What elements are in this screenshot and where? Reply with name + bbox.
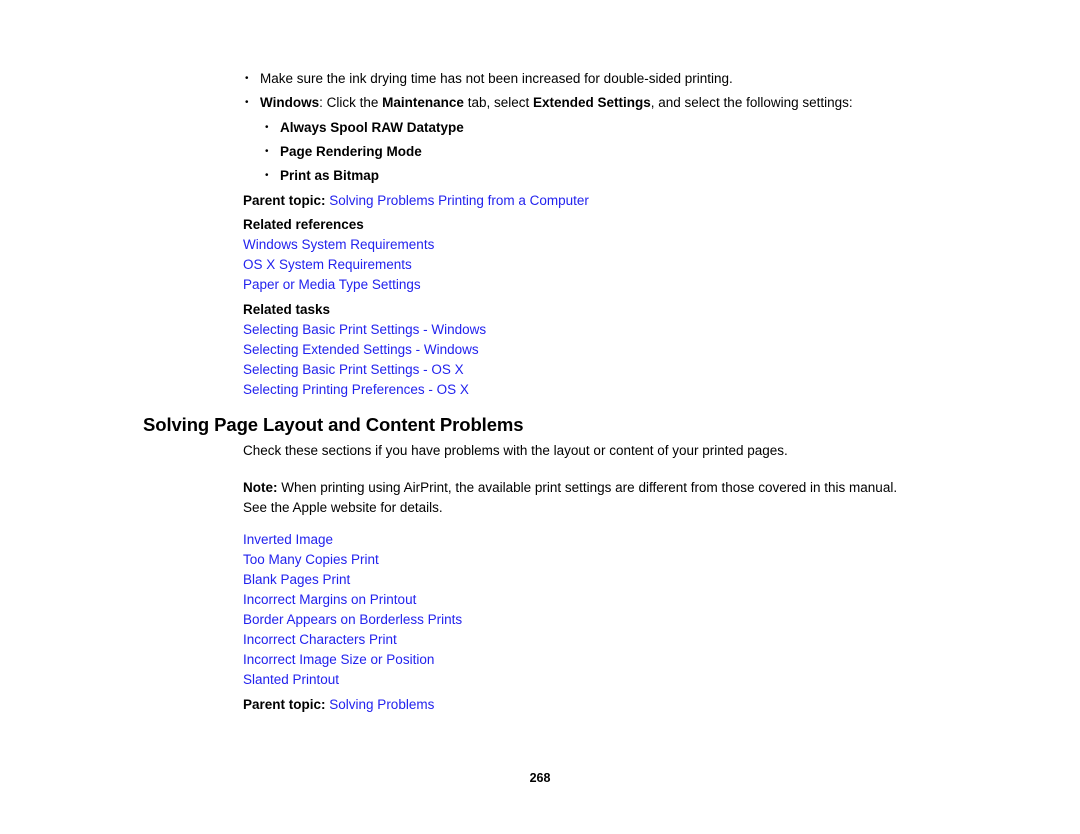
section-topic-link-list: Inverted Image Too Many Copies Print Blank… [243,530,923,690]
intro-bullet-item: Make sure the ink drying time has not be… [243,67,923,91]
topic-link[interactable]: Border Appears on Borderless Prints [243,610,923,630]
related-task-link[interactable]: Selecting Printing Preferences - OS X [243,380,923,400]
extended-setting-item: Print as Bitmap [263,164,923,188]
note-label: Note: [243,480,278,495]
bullet-emphasis: Windows [260,95,320,110]
parent-topic-link-solving-problems-printing[interactable]: Solving Problems Printing from a Compute… [329,193,589,208]
extended-setting-item: Page Rendering Mode [263,140,923,164]
extended-setting-item: Always Spool RAW Datatype [263,116,923,140]
parent-topic-label: Parent topic: [243,697,326,712]
parent-topic-line-top: Parent topic: Solving Problems Printing … [243,191,923,211]
section-heading: Solving Page Layout and Content Problems [143,414,524,435]
extended-settings-bullet-list: Always Spool RAW DatatypePage Rendering … [243,116,923,188]
related-task-link[interactable]: Selecting Extended Settings - Windows [243,340,923,360]
note-text: When printing using AirPrint, the availa… [243,480,898,515]
parent-topic-label: Parent topic: [243,193,326,208]
parent-topic-link-solving-problems[interactable]: Solving Problems [329,697,434,712]
bullet-text: tab, select [463,95,533,110]
bullet-text: Make sure the ink drying time has not be… [260,71,733,86]
intro-bullet-item: Windows: Click the Maintenance tab, sele… [243,91,923,115]
related-reference-link[interactable]: Windows System Requirements [243,235,923,255]
topic-link[interactable]: Incorrect Margins on Printout [243,590,923,610]
related-references-block: Related references Windows System Requir… [243,215,923,295]
related-reference-link[interactable]: OS X System Requirements [243,255,923,275]
related-task-link[interactable]: Selecting Basic Print Settings - OS X [243,360,923,380]
related-tasks-link-list: Selecting Basic Print Settings - Windows… [243,320,923,400]
topic-link[interactable]: Too Many Copies Print [243,550,923,570]
related-reference-link[interactable]: Paper or Media Type Settings [243,275,923,295]
related-tasks-heading: Related tasks [243,302,331,317]
topic-link[interactable]: Blank Pages Print [243,570,923,590]
bullet-text: : Click the [319,95,383,110]
related-references-link-list: Windows System Requirements OS X System R… [243,235,923,295]
bullet-emphasis: Maintenance [382,95,464,110]
related-task-link[interactable]: Selecting Basic Print Settings - Windows [243,320,923,340]
parent-topic-line-bottom: Parent topic: Solving Problems [243,695,923,715]
related-references-heading: Related references [243,217,364,232]
note-paragraph: Note: When printing using AirPrint, the … [243,478,913,518]
topic-link[interactable]: Incorrect Image Size or Position [243,650,923,670]
topic-link[interactable]: Inverted Image [243,530,923,550]
topic-link[interactable]: Slanted Printout [243,670,923,690]
bullet-emphasis: Extended Settings [532,95,651,110]
bullet-text: , and select the following settings: [650,95,853,110]
section-intro-paragraph: Check these sections if you have problem… [243,443,788,458]
page-number: 268 [529,771,551,785]
related-tasks-block: Related tasks Selecting Basic Print Sett… [243,300,923,400]
topic-link[interactable]: Incorrect Characters Print [243,630,923,650]
document-page: Make sure the ink drying time has not be… [0,0,1080,834]
intro-bullet-list: Make sure the ink drying time has not be… [243,67,923,115]
